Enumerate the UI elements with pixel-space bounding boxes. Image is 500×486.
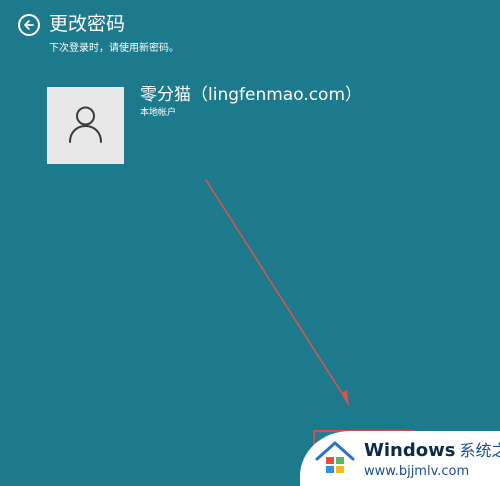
back-button[interactable] <box>18 14 40 36</box>
watermark-url: www.bjjmlv.com <box>364 464 470 479</box>
page-title: 更改密码 <box>49 13 126 35</box>
arrow-left-icon <box>24 20 34 30</box>
watermark: Windows系统之家 www.bjjmlv.com <box>300 431 500 486</box>
annotation-arrow <box>205 179 349 407</box>
change-password-screen: 更改密码 下次登录时，请使用新密码。 零分猫（lingfenmao.com） 本… <box>0 0 500 486</box>
user-name: 零分猫（lingfenmao.com） <box>140 85 363 105</box>
watermark-brand-en: Windows <box>364 440 456 461</box>
user-silhouette-icon <box>69 106 102 143</box>
account-type: 本地帐户 <box>140 108 177 118</box>
watermark-brand: Windows系统之家 <box>364 441 500 461</box>
watermark-brand-cn: 系统之家 <box>459 441 500 460</box>
page-subtitle: 下次登录时，请使用新密码。 <box>49 43 179 54</box>
avatar <box>47 87 124 164</box>
windows-house-logo-icon <box>314 439 356 479</box>
